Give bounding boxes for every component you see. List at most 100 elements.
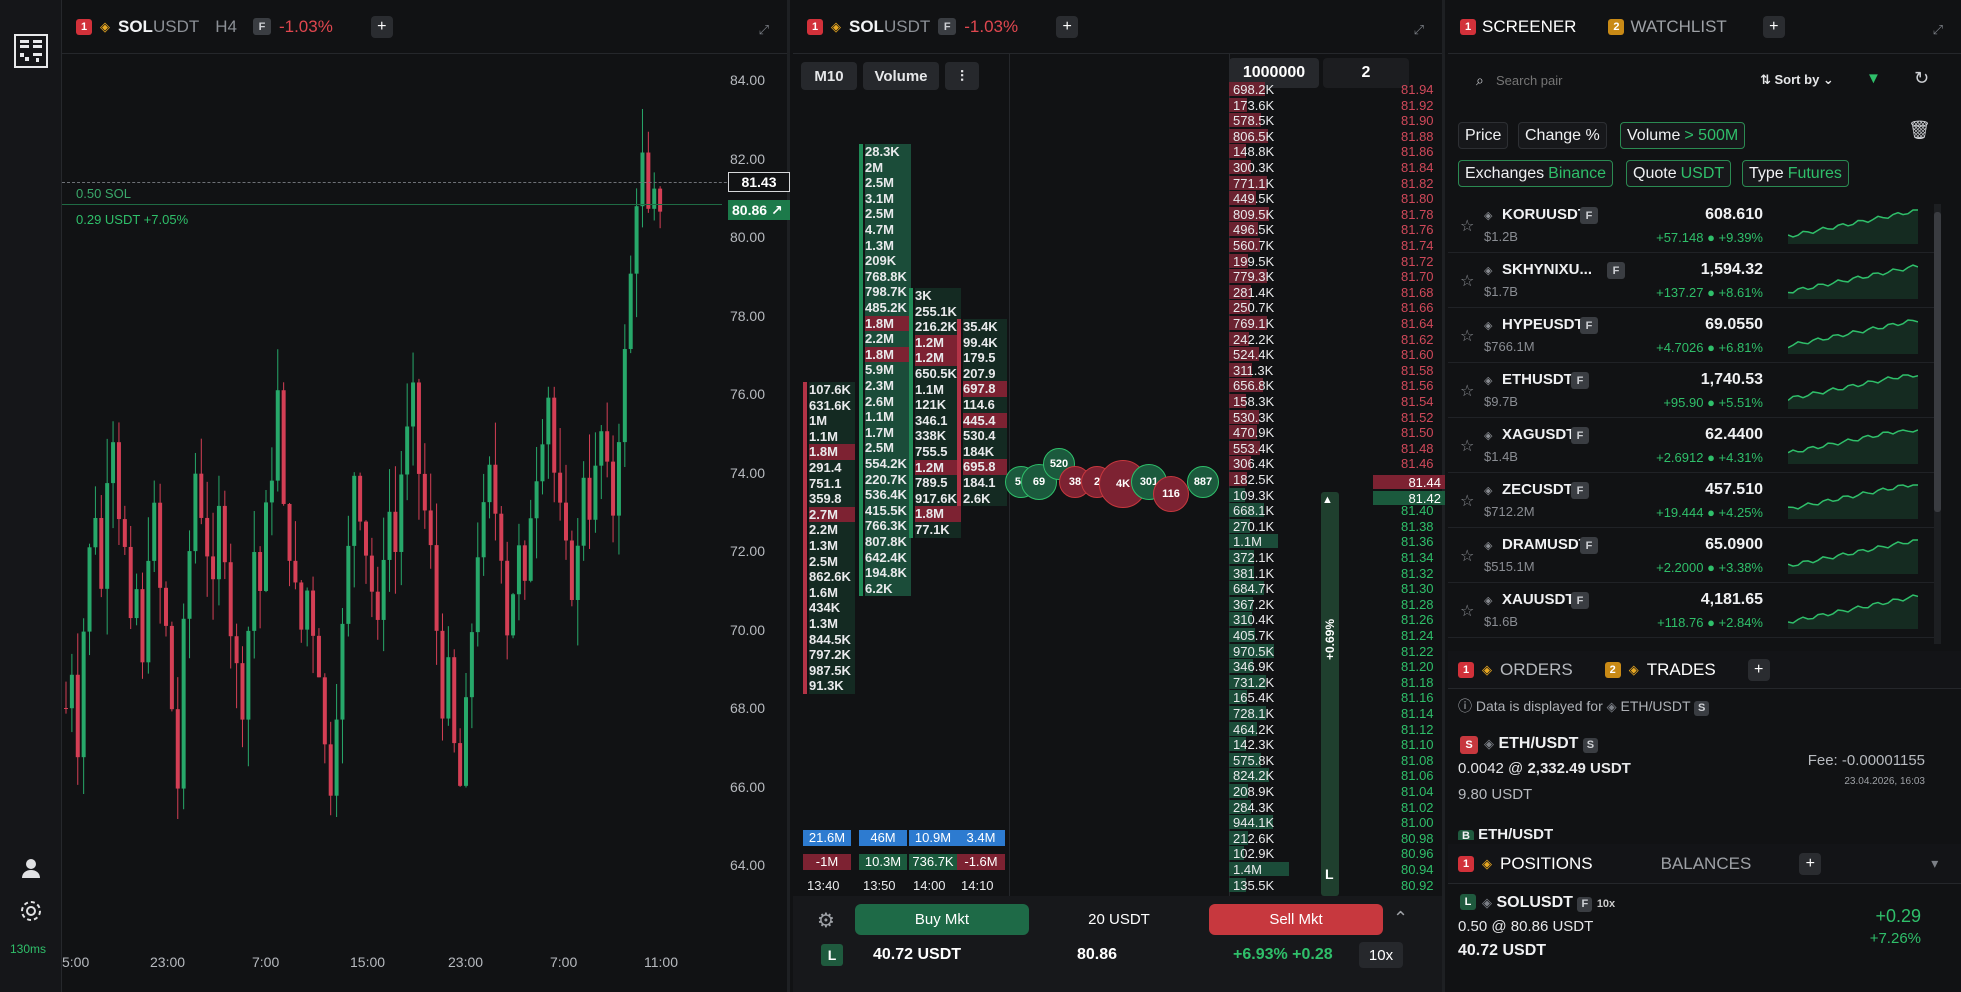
ladder-price[interactable]: 81.54 (1401, 394, 1434, 410)
ask-size[interactable]: 250.7K (1233, 300, 1274, 316)
ladder-price[interactable]: 81.58 (1401, 363, 1434, 379)
screener-row[interactable]: ☆ ◈ XAUUSDT $1.6B 4,181.65 +118.76 ● +2.… (1448, 583, 1938, 638)
ask-size[interactable]: 656.8K (1233, 378, 1274, 394)
screener-row[interactable]: ☆ ◈ ETHUSDT $9.7B 1,740.53 +95.90 ● +5.5… (1448, 363, 1938, 418)
bid-size[interactable]: 1.1M (1233, 534, 1262, 550)
star-icon[interactable]: ☆ (1460, 271, 1474, 291)
star-icon[interactable]: ☆ (1460, 601, 1474, 621)
ladder-price[interactable]: 81.60 (1401, 347, 1434, 363)
interval-selector[interactable]: H4 (215, 17, 237, 37)
bid-size[interactable]: 464.2K (1233, 722, 1274, 738)
ask-size[interactable]: 158.3K (1233, 394, 1274, 410)
ladder-price[interactable]: 81.94 (1401, 82, 1434, 98)
ladder-price[interactable]: 80.92 (1401, 878, 1434, 894)
bid-size[interactable]: 728.1K (1233, 706, 1274, 722)
refresh-icon[interactable]: ↻ (1914, 68, 1929, 89)
ladder-price[interactable]: 81.46 (1401, 456, 1434, 472)
ask-size[interactable]: 281.4K (1233, 285, 1274, 301)
ask-size[interactable]: 809.5K (1233, 207, 1274, 223)
bid-size[interactable]: 135.5K (1233, 878, 1274, 894)
star-icon[interactable]: ☆ (1460, 381, 1474, 401)
bid-size[interactable]: 346.9K (1233, 659, 1274, 675)
ladder-price[interactable]: 81.24 (1401, 628, 1434, 644)
symbol-quote[interactable]: USDT (153, 17, 199, 36)
gear-icon[interactable] (18, 898, 44, 924)
ladder-price[interactable]: 81.66 (1401, 300, 1434, 316)
ladder-price[interactable]: 81.32 (1401, 566, 1434, 582)
bid-size[interactable]: 212.6K (1233, 831, 1274, 847)
sell-market-button[interactable]: Sell Mkt (1209, 904, 1383, 935)
ask-size[interactable]: 306.4K (1233, 456, 1274, 472)
ask-size[interactable]: 698.2K (1233, 82, 1274, 98)
star-icon[interactable]: ☆ (1460, 326, 1474, 346)
symbol-base[interactable]: SOL (849, 17, 884, 36)
bid-size[interactable]: 142.3K (1233, 737, 1274, 753)
expand-icon[interactable]: ⤢ (759, 22, 769, 38)
buy-market-button[interactable]: Buy Mkt (855, 904, 1029, 935)
bid-size[interactable]: 970.5K (1233, 644, 1274, 660)
bid-size[interactable]: 102.9K (1233, 846, 1274, 862)
candlestick-chart[interactable]: 0.50 SOL 0.29 USDT +7.05% 81.43 80.86 ↗ … (62, 54, 790, 940)
ladder-price[interactable]: 81.78 (1401, 207, 1434, 223)
screener-row[interactable]: ☆ ◈ DRAMUSDT $515.1M 65.0900 +2.2000 ● +… (1448, 528, 1938, 583)
screener-row[interactable]: ☆ ◈ XAGUSDT $1.4B 62.4400 +2.6912 ● +4.3… (1448, 418, 1938, 473)
ladder-price[interactable]: 81.56 (1401, 378, 1434, 394)
ladder-price[interactable]: 80.98 (1401, 831, 1434, 847)
ladder-price[interactable]: 81.04 (1401, 784, 1434, 800)
ladder-price[interactable]: 81.76 (1401, 222, 1434, 238)
ask-size[interactable]: 300.3K (1233, 160, 1274, 176)
ladder-price[interactable]: 81.08 (1401, 753, 1434, 769)
tab-watchlist[interactable]: WATCHLIST (1630, 17, 1726, 37)
ladder-price[interactable]: 81.10 (1401, 737, 1434, 753)
ladder-price[interactable]: 81.92 (1401, 98, 1434, 114)
add-tab-button[interactable]: + (1747, 658, 1770, 681)
candle-settings-icon[interactable]: ⫶ (945, 62, 979, 90)
order-amount-input[interactable]: 20 USDT (1029, 904, 1209, 935)
ladder-price[interactable]: 81.64 (1401, 316, 1434, 332)
bid-size[interactable]: 1.4M (1233, 862, 1262, 878)
screener-row[interactable]: ☆ ◈ HYPEUSDT $766.1M 69.0550 +4.7026 ● +… (1448, 308, 1938, 363)
bid-size[interactable]: 405.7K (1233, 628, 1274, 644)
tab-positions[interactable]: POSITIONS (1500, 854, 1593, 874)
position-pair[interactable]: ◈ SOLUSDT F 10x (1482, 894, 1615, 912)
tab-orders[interactable]: ORDERS (1500, 660, 1573, 680)
ladder-price[interactable]: 80.94 (1401, 862, 1434, 878)
ask-size[interactable]: 769.1K (1233, 316, 1274, 332)
bid-size[interactable]: 165.4K (1233, 690, 1274, 706)
ladder-step-input[interactable]: 2 (1323, 58, 1409, 88)
ladder-price[interactable]: 81.22 (1401, 644, 1434, 660)
add-tab-button[interactable]: + (1799, 852, 1822, 875)
ladder-price[interactable]: 81.36 (1401, 534, 1434, 550)
bid-size[interactable]: 270.1K (1233, 519, 1274, 535)
ask-size[interactable]: 779.3K (1233, 269, 1274, 285)
star-icon[interactable]: ☆ (1460, 491, 1474, 511)
ladder-price[interactable]: 81.88 (1401, 129, 1434, 145)
gear-icon[interactable]: ⚙ (817, 908, 835, 933)
star-icon[interactable]: ☆ (1460, 216, 1474, 236)
tab-screener[interactable]: SCREENER (1482, 17, 1576, 37)
bid-size[interactable]: 367.2K (1233, 597, 1274, 613)
ladder-price[interactable]: 81.38 (1401, 519, 1434, 535)
expand-icon[interactable]: ⤢ (1414, 22, 1424, 38)
bid-size[interactable]: 372.1K (1233, 550, 1274, 566)
candlestick-canvas[interactable] (62, 54, 722, 884)
filter-type[interactable]: Type Futures (1742, 160, 1849, 187)
bid-size[interactable]: 684.7K (1233, 581, 1274, 597)
tab-balances[interactable]: BALANCES (1661, 854, 1752, 874)
ladder-price[interactable]: 81.70 (1401, 269, 1434, 285)
ladder-price[interactable]: 81.72 (1401, 254, 1434, 270)
ladder-price[interactable]: 80.96 (1401, 846, 1434, 862)
ladder-price[interactable]: 81.20 (1401, 659, 1434, 675)
ladder-price[interactable]: 81.00 (1401, 815, 1434, 831)
ask-size[interactable]: 560.7K (1233, 238, 1274, 254)
user-icon[interactable] (18, 855, 44, 881)
symbol-quote[interactable]: USDT (884, 17, 930, 36)
ladder-price[interactable]: 81.16 (1401, 690, 1434, 706)
ask-size[interactable]: 470.9K (1233, 425, 1274, 441)
ladder-price[interactable]: 81.26 (1401, 612, 1434, 628)
ask-size[interactable]: 496.5K (1233, 222, 1274, 238)
bid-size[interactable]: 284.3K (1233, 800, 1274, 816)
ask-size[interactable]: 311.3K (1233, 363, 1273, 379)
sort-dropdown[interactable]: ⇅ Sort by ⌄ (1760, 72, 1834, 88)
screener-scrollbar[interactable] (1934, 204, 1941, 644)
